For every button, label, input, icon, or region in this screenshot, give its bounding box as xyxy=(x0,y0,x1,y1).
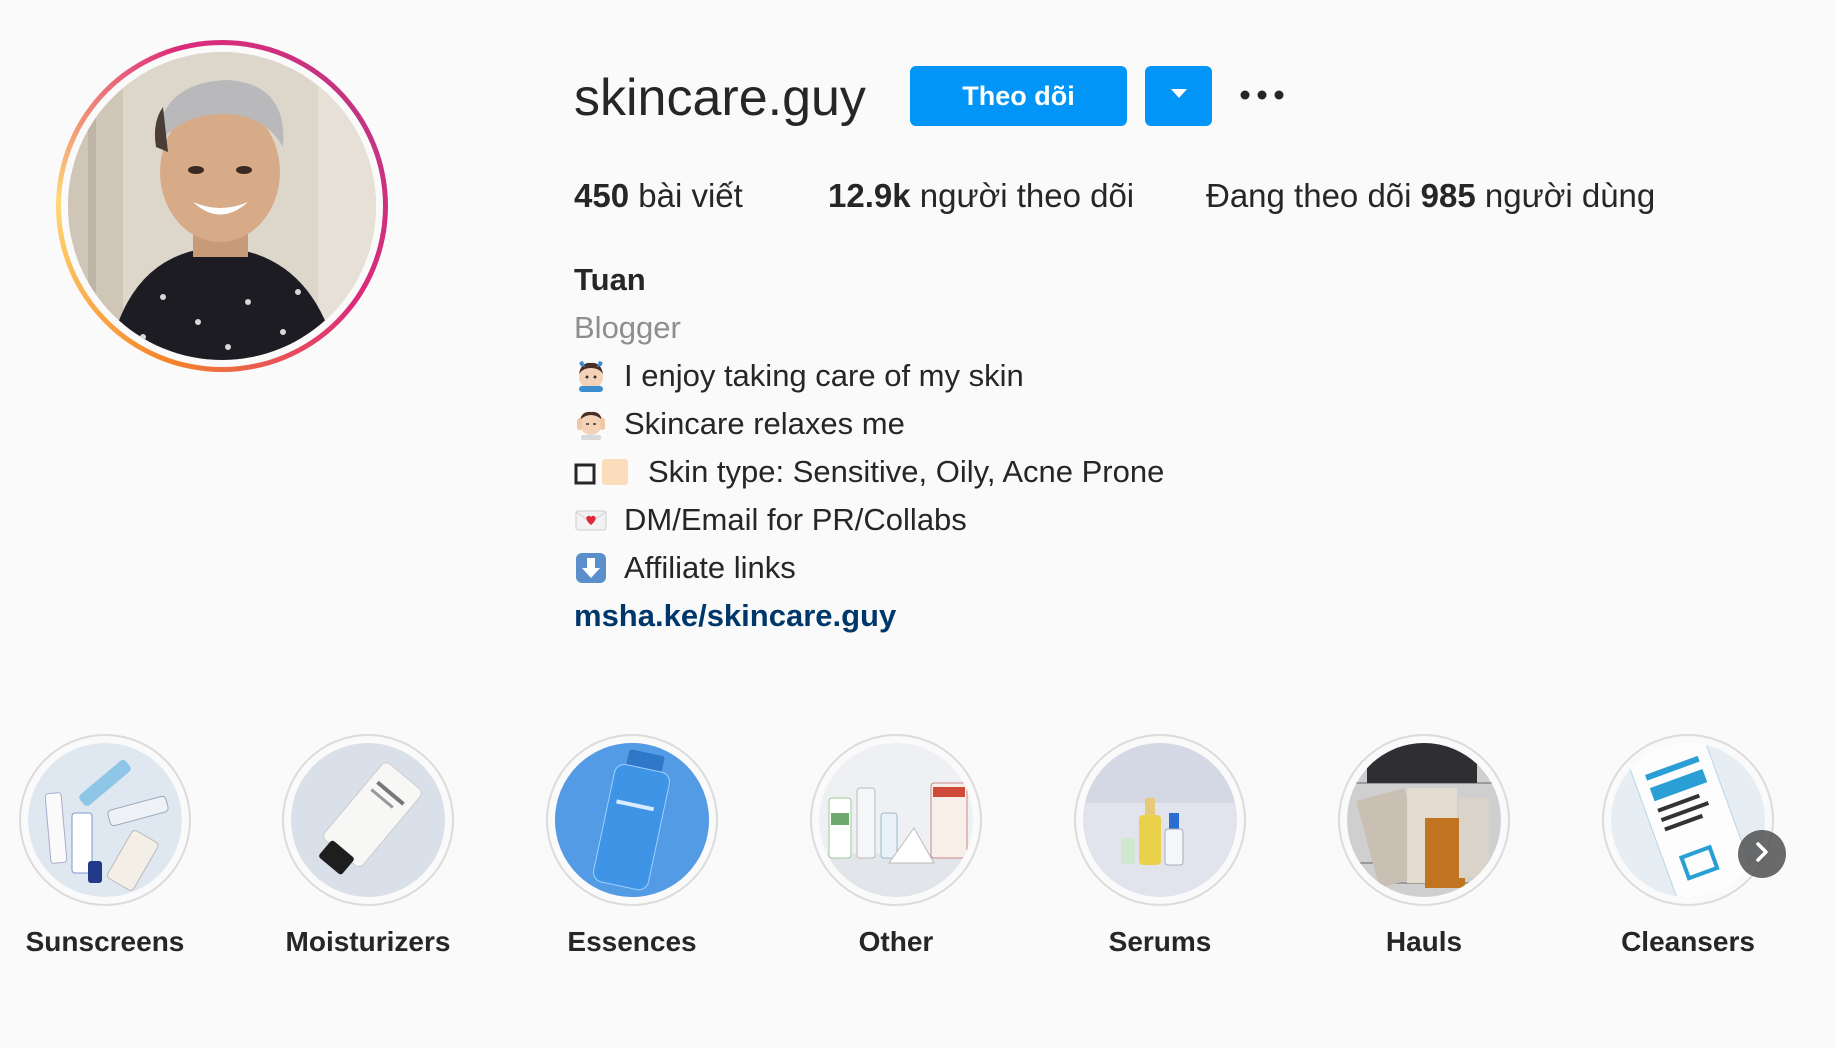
bio-line-text: DM/Email for PR/Collabs xyxy=(624,502,967,537)
highlight-label: Serums xyxy=(1108,926,1212,957)
down-arrow-emoji-icon xyxy=(574,551,608,585)
posts-label: bài viết xyxy=(638,177,743,214)
following-count: 985 xyxy=(1420,177,1476,214)
love-letter-emoji-icon xyxy=(574,503,608,537)
follow-button[interactable]: Theo dõi xyxy=(910,66,1127,126)
suggested-accounts-dropdown-button[interactable] xyxy=(1145,66,1212,126)
highlight-cover[interactable] xyxy=(1602,734,1774,906)
highlight-serums[interactable]: Serums xyxy=(1060,734,1260,960)
profile-full-name: Tuan xyxy=(574,262,646,297)
highlight-moisturizers[interactable]: Moisturizers xyxy=(268,734,468,960)
highlight-label: Cleansers xyxy=(1621,926,1755,957)
bio-line-text: I enjoy taking care of my skin xyxy=(624,358,1024,393)
bio-line-text: Affiliate links xyxy=(624,550,796,585)
highlight-sunscreens[interactable]: Sunscreens xyxy=(5,734,205,960)
highlight-thumbnail xyxy=(291,743,445,897)
highlight-cover[interactable] xyxy=(1074,734,1246,906)
highlight-label: Essences xyxy=(567,926,697,957)
highlight-thumbnail xyxy=(28,743,182,897)
highlight-label: Other xyxy=(858,926,934,957)
profile-category: Blogger xyxy=(574,310,681,345)
highlight-other[interactable]: Other xyxy=(796,734,996,960)
more-options-button[interactable] xyxy=(1238,80,1286,112)
followers-stat[interactable]: 12.9k người theo dõi xyxy=(828,174,1134,218)
highlight-thumbnail xyxy=(1083,743,1237,897)
bio-line: Skin type: Sensitive, Oily, Acne Prone xyxy=(574,448,1574,496)
highlights-next-button[interactable] xyxy=(1738,830,1786,878)
chevron-right-icon xyxy=(1753,841,1771,868)
highlight-thumbnail xyxy=(555,743,709,897)
highlight-cover[interactable] xyxy=(810,734,982,906)
highlight-cover[interactable] xyxy=(19,734,191,906)
avatar-photo xyxy=(68,52,376,360)
bio-external-link[interactable]: msha.ke/skincare.guy xyxy=(574,592,1574,640)
following-stat[interactable]: Đang theo dõi 985 người dùng xyxy=(1206,174,1655,218)
bio-line: DM/Email for PR/Collabs xyxy=(574,496,1574,544)
man-getting-face-massage-emoji-icon xyxy=(574,407,608,441)
profile-bio: Tuan Blogger I enjoy taking care of my s… xyxy=(574,256,1574,640)
highlight-essences[interactable]: Essences xyxy=(532,734,732,960)
skin-tone-swatch-emoji-icon xyxy=(574,455,632,489)
following-suffix: người dùng xyxy=(1484,177,1656,214)
man-gesturing-ok-emoji-icon xyxy=(574,359,608,393)
caret-down-icon xyxy=(1170,87,1188,105)
ellipsis-icon xyxy=(1240,87,1284,105)
highlight-thumbnail xyxy=(819,743,973,897)
highlight-thumbnail xyxy=(1611,743,1765,897)
highlight-thumbnail xyxy=(1347,743,1501,897)
bio-line: Skincare relaxes me xyxy=(574,400,1574,448)
bio-line-text: Skin type: Sensitive, Oily, Acne Prone xyxy=(648,454,1165,489)
highlight-cover[interactable] xyxy=(1338,734,1510,906)
highlight-cover[interactable] xyxy=(282,734,454,906)
bio-line-text: Skincare relaxes me xyxy=(624,406,905,441)
highlight-label: Sunscreens xyxy=(25,926,185,957)
profile-avatar[interactable] xyxy=(56,40,388,372)
posts-stat: 450 bài viết xyxy=(574,174,743,218)
posts-count: 450 xyxy=(574,177,630,214)
bio-line: I enjoy taking care of my skin xyxy=(574,352,1574,400)
followers-count: 12.9k xyxy=(828,177,911,214)
bio-line: Affiliate links xyxy=(574,544,1574,592)
highlight-label: Moisturizers xyxy=(285,926,451,957)
profile-username: skincare.guy xyxy=(574,69,866,127)
highlight-label: Hauls xyxy=(1385,926,1463,957)
highlight-hauls[interactable]: Hauls xyxy=(1324,734,1524,960)
following-prefix: Đang theo dõi xyxy=(1206,177,1412,214)
followers-label: người theo dõi xyxy=(919,177,1135,214)
highlight-cover[interactable] xyxy=(546,734,718,906)
